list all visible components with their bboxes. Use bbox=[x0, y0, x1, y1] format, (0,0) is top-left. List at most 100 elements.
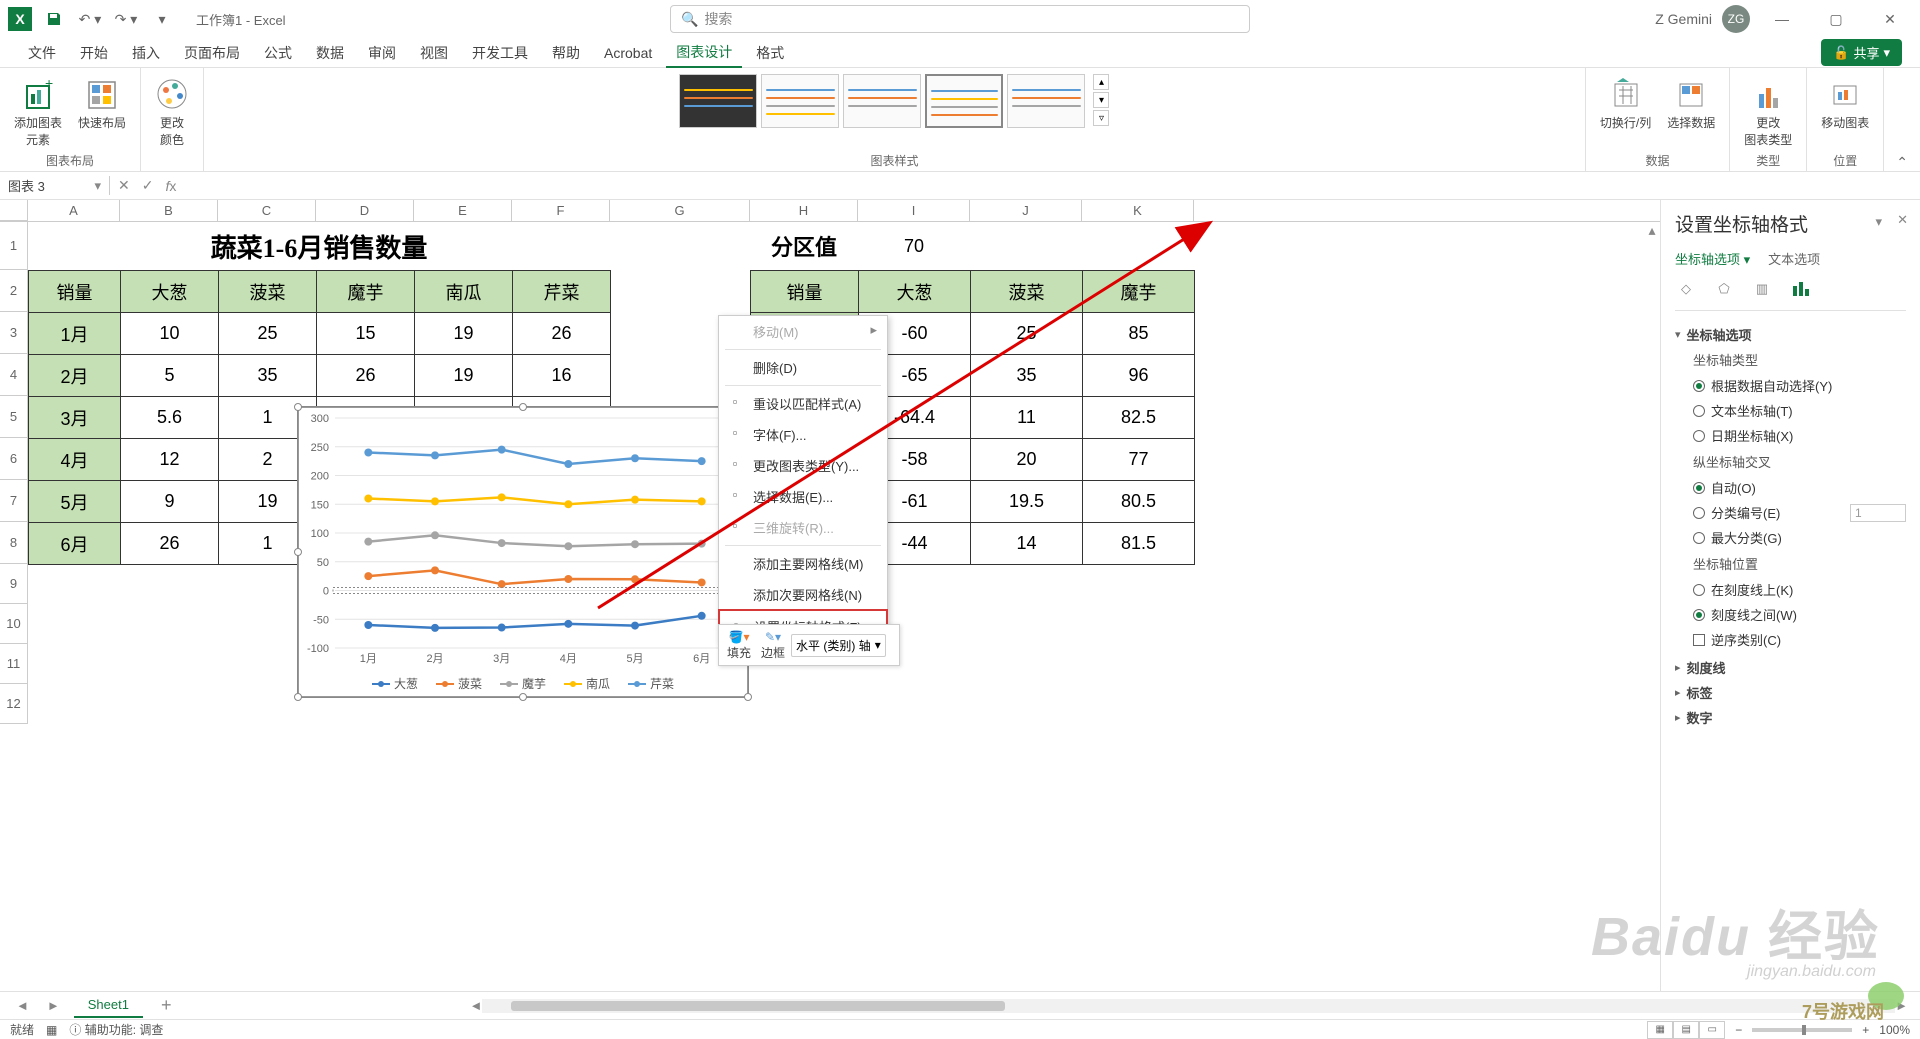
zoom-out[interactable]: − bbox=[1735, 1023, 1742, 1037]
pane-close-button[interactable]: ✕ bbox=[1897, 212, 1908, 228]
radio-text-axis[interactable]: 文本坐标轴(T) bbox=[1675, 398, 1906, 423]
mini-fill-button[interactable]: 🪣▾填充 bbox=[723, 628, 755, 663]
chart-plot-area[interactable]: -100-500501001502002503001月2月3月4月5月6月 bbox=[335, 418, 737, 658]
chart-styles-scroll[interactable]: ▴▾▿ bbox=[1093, 74, 1109, 126]
view-page-break[interactable]: ▭ bbox=[1699, 1021, 1725, 1039]
row-header-1[interactable]: 1 bbox=[0, 222, 28, 270]
row-header-4[interactable]: 4 bbox=[0, 354, 28, 396]
pane-tab-axis-options[interactable]: 坐标轴选项 ▾ bbox=[1675, 249, 1750, 268]
tab-help[interactable]: 帮助 bbox=[542, 39, 590, 67]
vscroll-up[interactable]: ▴ bbox=[1644, 222, 1660, 239]
switch-row-col-button[interactable]: 切换行/列 bbox=[1596, 74, 1655, 133]
change-chart-type-button[interactable]: 更改 图表类型 bbox=[1740, 74, 1796, 150]
save-button[interactable] bbox=[40, 5, 68, 33]
pane-icon-effects[interactable]: ⬠ bbox=[1713, 278, 1735, 300]
tab-insert[interactable]: 插入 bbox=[122, 39, 170, 67]
zoom-level[interactable]: 100% bbox=[1879, 1023, 1910, 1037]
redo-button[interactable]: ↷ ▾ bbox=[112, 5, 140, 33]
row-header-12[interactable]: 12 bbox=[0, 684, 28, 724]
chart-legend[interactable]: 大葱 菠菜 魔芋 南瓜 芹菜 bbox=[299, 675, 747, 692]
close-window-button[interactable]: ✕ bbox=[1868, 0, 1912, 38]
sheet-tab-active[interactable]: Sheet1 bbox=[74, 993, 143, 1018]
legend-item[interactable]: 芹菜 bbox=[628, 675, 674, 692]
check-reverse-categories[interactable]: 逆序类别(C) bbox=[1675, 627, 1906, 652]
pane-tab-text-options[interactable]: 文本选项 bbox=[1768, 249, 1820, 268]
account-avatar[interactable]: ZG bbox=[1722, 5, 1750, 33]
col-header-I[interactable]: I bbox=[858, 200, 970, 221]
status-accessibility[interactable]: ⓘ 辅助功能: 调查 bbox=[69, 1021, 163, 1038]
legend-item[interactable]: 菠菜 bbox=[436, 675, 482, 692]
pane-icon-axis[interactable] bbox=[1789, 278, 1811, 300]
row-header-11[interactable]: 11 bbox=[0, 644, 28, 684]
column-headers[interactable]: ABCDEFGHIJK bbox=[0, 200, 1660, 222]
pane-options-dropdown[interactable]: ▾ bbox=[1875, 214, 1882, 230]
share-button[interactable]: 🔓 共享 ▾ bbox=[1821, 39, 1902, 66]
col-header-C[interactable]: C bbox=[218, 200, 316, 221]
context-item-5[interactable]: ▫选择数据(E)... bbox=[719, 481, 887, 512]
chart-style-5[interactable] bbox=[1007, 74, 1085, 128]
move-chart-button[interactable]: 移动图表 bbox=[1817, 74, 1873, 133]
context-item-7[interactable]: 添加主要网格线(M) bbox=[719, 548, 887, 579]
col-header-F[interactable]: F bbox=[512, 200, 610, 221]
chart-style-3[interactable] bbox=[843, 74, 921, 128]
tab-home[interactable]: 开始 bbox=[70, 39, 118, 67]
chart-style-2[interactable] bbox=[761, 74, 839, 128]
quick-layout-button[interactable]: 快速布局 bbox=[74, 74, 130, 133]
legend-item[interactable]: 魔芋 bbox=[500, 675, 546, 692]
chart-style-1[interactable] bbox=[679, 74, 757, 128]
row-headers[interactable]: 123456789101112 bbox=[0, 222, 28, 724]
cancel-formula[interactable]: ✕ bbox=[118, 177, 130, 194]
radio-on-tick[interactable]: 在刻度线上(K) bbox=[1675, 577, 1906, 602]
row-header-2[interactable]: 2 bbox=[0, 270, 28, 312]
undo-button[interactable]: ↶ ▾ bbox=[76, 5, 104, 33]
search-box[interactable]: 🔍 搜索 bbox=[670, 5, 1250, 33]
select-all-cell[interactable] bbox=[0, 200, 28, 221]
qat-customize[interactable]: ▾ bbox=[148, 5, 176, 33]
zoom-in[interactable]: + bbox=[1862, 1023, 1869, 1037]
row-header-7[interactable]: 7 bbox=[0, 480, 28, 522]
col-header-K[interactable]: K bbox=[1082, 200, 1194, 221]
view-normal[interactable]: ▦ bbox=[1647, 1021, 1673, 1039]
worksheet[interactable]: ABCDEFGHIJK 123456789101112 蔬菜1-6月销售数量 分… bbox=[0, 200, 1660, 991]
embedded-chart[interactable]: -100-500501001502002503001月2月3月4月5月6月 大葱… bbox=[298, 407, 748, 697]
account-name[interactable]: Z Gemini bbox=[1655, 11, 1712, 27]
change-colors-button[interactable]: 更改 颜色 bbox=[151, 74, 193, 150]
row-header-9[interactable]: 9 bbox=[0, 564, 28, 604]
context-item-4[interactable]: ▫更改图表类型(Y)... bbox=[719, 450, 887, 481]
row-header-8[interactable]: 8 bbox=[0, 522, 28, 564]
name-box[interactable]: 图表 3▾ bbox=[0, 176, 110, 195]
mini-outline-button[interactable]: ✎▾边框 bbox=[757, 628, 789, 663]
zoom-slider[interactable] bbox=[1752, 1028, 1852, 1032]
horizontal-scrollbar[interactable]: ◄► bbox=[469, 998, 1908, 1013]
section-tick-marks[interactable]: 刻度线 bbox=[1675, 658, 1906, 677]
col-header-B[interactable]: B bbox=[120, 200, 218, 221]
fx-icon[interactable]: fx bbox=[165, 178, 176, 194]
select-data-button[interactable]: 选择数据 bbox=[1663, 74, 1719, 133]
tab-review[interactable]: 审阅 bbox=[358, 39, 406, 67]
radio-date-axis[interactable]: 日期坐标轴(X) bbox=[1675, 423, 1906, 448]
radio-cross-auto[interactable]: 自动(O) bbox=[1675, 475, 1906, 500]
context-item-3[interactable]: ▫字体(F)... bbox=[719, 419, 887, 450]
col-header-A[interactable]: A bbox=[28, 200, 120, 221]
context-item-2[interactable]: ▫重设以匹配样式(A) bbox=[719, 388, 887, 419]
tab-file[interactable]: 文件 bbox=[18, 39, 66, 67]
tab-view[interactable]: 视图 bbox=[410, 39, 458, 67]
pane-icon-size[interactable]: ▥ bbox=[1751, 278, 1773, 300]
radio-auto-by-data[interactable]: 根据数据自动选择(Y) bbox=[1675, 373, 1906, 398]
tab-formulas[interactable]: 公式 bbox=[254, 39, 302, 67]
confirm-formula[interactable]: ✓ bbox=[142, 177, 154, 194]
maximize-button[interactable]: ▢ bbox=[1814, 0, 1858, 38]
radio-cross-max-category[interactable]: 最大分类(G) bbox=[1675, 525, 1906, 550]
context-item-8[interactable]: 添加次要网格线(N) bbox=[719, 579, 887, 610]
tab-data[interactable]: 数据 bbox=[306, 39, 354, 67]
tab-acrobat[interactable]: Acrobat bbox=[594, 41, 662, 65]
legend-item[interactable]: 南瓜 bbox=[564, 675, 610, 692]
legend-item[interactable]: 大葱 bbox=[372, 675, 418, 692]
radio-between-tick[interactable]: 刻度线之间(W) bbox=[1675, 602, 1906, 627]
cells-area[interactable]: 蔬菜1-6月销售数量 分区值 70 销量大葱菠菜魔芋南瓜芹菜1月10251519… bbox=[28, 222, 1660, 724]
section-number[interactable]: 数字 bbox=[1675, 708, 1906, 727]
col-header-J[interactable]: J bbox=[970, 200, 1082, 221]
section-axis-options[interactable]: 坐标轴选项 bbox=[1675, 325, 1906, 344]
row-header-6[interactable]: 6 bbox=[0, 438, 28, 480]
col-header-H[interactable]: H bbox=[750, 200, 858, 221]
